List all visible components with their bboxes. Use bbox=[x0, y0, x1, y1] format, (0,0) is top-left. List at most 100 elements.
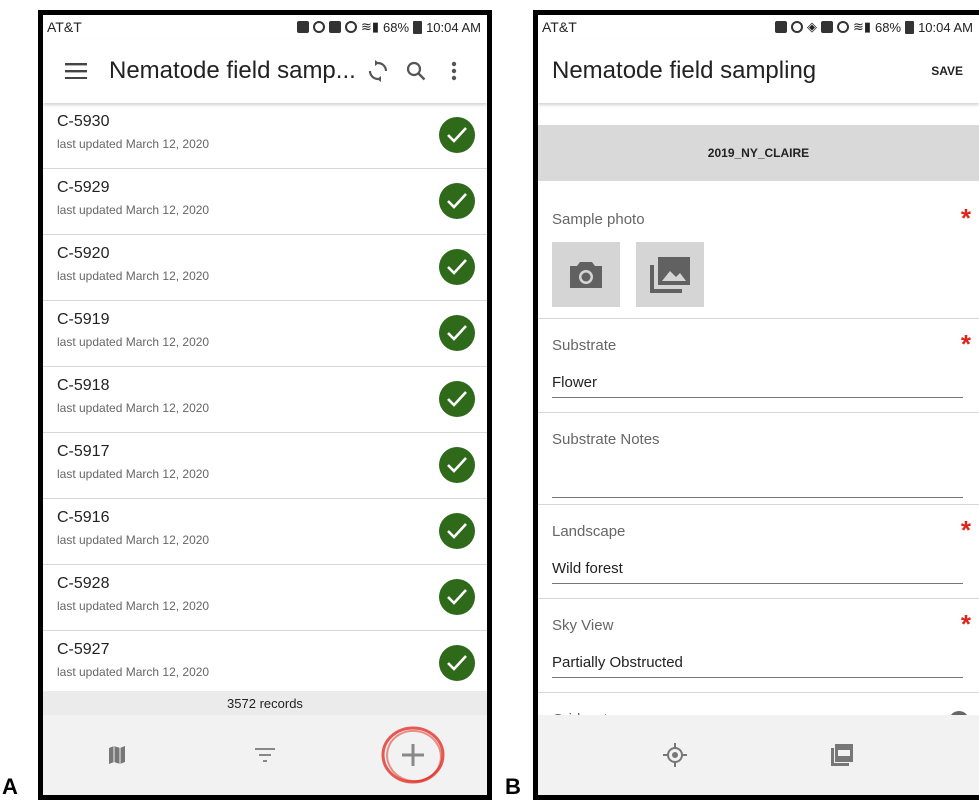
list-item[interactable]: C-5920 last updated March 12, 2020 bbox=[43, 235, 487, 301]
complete-check-icon bbox=[439, 447, 475, 483]
alarm-icon bbox=[344, 21, 357, 33]
required-marker: * bbox=[960, 329, 971, 359]
app-bar: Nematode field sampling SAVE bbox=[538, 39, 979, 103]
status-icons: ◈ ≋▮ 68% 10:04 AM bbox=[774, 19, 973, 35]
pdf-button[interactable] bbox=[812, 725, 872, 785]
field-label: Sample photo bbox=[552, 211, 645, 228]
record-id: C-5918 bbox=[57, 377, 110, 394]
status-bar: AT&T ◈ ≋▮ 68% 10:04 AM bbox=[538, 15, 979, 39]
field-substrate: Substrate * Flower bbox=[538, 319, 979, 413]
record-updated: last updated March 12, 2020 bbox=[57, 269, 210, 283]
sample-form: Sample photo * Substrate * Flower Substr… bbox=[538, 193, 979, 715]
camera-icon bbox=[570, 261, 602, 288]
complete-check-icon bbox=[439, 579, 475, 615]
record-id: C-5929 bbox=[57, 179, 110, 196]
add-record-button[interactable] bbox=[381, 725, 445, 785]
required-marker: * bbox=[960, 609, 971, 639]
panel-label-b: B bbox=[505, 774, 521, 799]
add-icon bbox=[402, 744, 424, 766]
record-list: C-5930 last updated March 12, 2020 C-5929 l… bbox=[43, 103, 487, 691]
location-status-icon: ◈ bbox=[806, 19, 817, 34]
list-screen: AT&T ≋▮ 68% 10:04 AM Nematode field samp… bbox=[38, 10, 492, 800]
field-label: Sky View bbox=[552, 617, 614, 634]
pdf-icon bbox=[831, 744, 853, 766]
filter-button[interactable] bbox=[235, 725, 295, 785]
list-item[interactable]: C-5930 last updated March 12, 2020 bbox=[43, 103, 487, 169]
overflow-menu-icon[interactable] bbox=[435, 52, 473, 90]
record-id: C-5920 bbox=[57, 245, 110, 262]
record-id: C-5917 bbox=[57, 443, 110, 460]
record-updated: last updated March 12, 2020 bbox=[57, 665, 210, 679]
list-item[interactable]: C-5928 last updated March 12, 2020 bbox=[43, 565, 487, 631]
required-marker: * bbox=[960, 515, 971, 545]
form-screen: AT&T ◈ ≋▮ 68% 10:04 AM Nematode field sa… bbox=[533, 10, 979, 800]
battery-icon bbox=[905, 20, 915, 34]
carrier-label: AT&T bbox=[47, 19, 82, 35]
notification-icon bbox=[296, 21, 309, 33]
list-item[interactable]: C-5917 last updated March 12, 2020 bbox=[43, 433, 487, 499]
sync-status-icon bbox=[790, 21, 803, 33]
app-bar: Nematode field samp... bbox=[43, 39, 487, 103]
bottom-nav bbox=[538, 715, 979, 795]
required-marker: * bbox=[960, 203, 971, 233]
gallery-icon bbox=[650, 256, 690, 293]
list-item[interactable]: C-5916 last updated March 12, 2020 bbox=[43, 499, 487, 565]
panel-label-a: A bbox=[2, 774, 18, 799]
field-sample-photo: Sample photo * bbox=[538, 193, 979, 319]
list-item[interactable]: C-5927 last updated March 12, 2020 bbox=[43, 631, 487, 691]
project-name: 2019_NY_CLAIRE bbox=[707, 146, 810, 160]
wifi-signal-icon: ≋▮ bbox=[852, 19, 872, 34]
field-label: Substrate Notes bbox=[552, 431, 660, 448]
field-substrate-notes: Substrate Notes bbox=[538, 413, 979, 505]
wifi-signal-icon: ≋▮ bbox=[360, 19, 380, 34]
list-item[interactable]: C-5929 last updated March 12, 2020 bbox=[43, 169, 487, 235]
complete-check-icon bbox=[439, 645, 475, 681]
field-sky-view: Sky View * Partially Obstructed bbox=[538, 599, 979, 693]
landscape-input[interactable]: Wild forest bbox=[552, 560, 963, 584]
gallery-button[interactable] bbox=[636, 242, 704, 307]
complete-check-icon bbox=[439, 381, 475, 417]
complete-check-icon bbox=[439, 117, 475, 153]
record-updated: last updated March 12, 2020 bbox=[57, 599, 210, 613]
save-button[interactable]: SAVE bbox=[929, 60, 965, 82]
complete-check-icon bbox=[439, 249, 475, 285]
page-title: Nematode field sampling bbox=[552, 57, 817, 84]
sync-icon[interactable] bbox=[359, 52, 397, 90]
record-id: C-5930 bbox=[57, 113, 110, 130]
map-button[interactable] bbox=[87, 725, 147, 785]
record-updated: last updated March 12, 2020 bbox=[57, 533, 210, 547]
status-icons: ≋▮ 68% 10:04 AM bbox=[296, 19, 481, 35]
alarm-icon bbox=[836, 21, 849, 33]
complete-check-icon bbox=[439, 183, 475, 219]
search-icon[interactable] bbox=[397, 52, 435, 90]
substrate-input[interactable]: Flower bbox=[552, 374, 963, 398]
record-id: C-5927 bbox=[57, 641, 110, 658]
record-updated: last updated March 12, 2020 bbox=[57, 137, 210, 151]
record-updated: last updated March 12, 2020 bbox=[57, 335, 210, 349]
page-title: Nematode field samp... bbox=[109, 57, 356, 84]
field-label: Landscape bbox=[552, 523, 626, 540]
field-label: Gridsect bbox=[552, 693, 969, 715]
sync-status-icon bbox=[312, 21, 325, 33]
record-updated: last updated March 12, 2020 bbox=[57, 467, 210, 481]
notification-icon bbox=[774, 21, 787, 33]
record-id: C-5916 bbox=[57, 509, 110, 526]
sky-view-input[interactable]: Partially Obstructed bbox=[552, 654, 963, 678]
substrate-notes-input[interactable] bbox=[552, 476, 963, 498]
list-item[interactable]: C-5919 last updated March 12, 2020 bbox=[43, 301, 487, 367]
menu-icon[interactable] bbox=[57, 52, 95, 90]
camera-button[interactable] bbox=[552, 242, 620, 307]
map-icon bbox=[109, 746, 125, 764]
record-id: C-5919 bbox=[57, 311, 110, 328]
battery-percent: 68% bbox=[383, 19, 410, 35]
records-count: 3572 records bbox=[227, 695, 303, 711]
gps-button[interactable] bbox=[645, 725, 705, 785]
gps-locate-icon bbox=[663, 743, 687, 767]
mute-icon bbox=[820, 21, 833, 33]
carrier-label: AT&T bbox=[542, 19, 577, 35]
filter-icon bbox=[255, 748, 275, 762]
record-updated: last updated March 12, 2020 bbox=[57, 401, 210, 415]
list-item[interactable]: C-5918 last updated March 12, 2020 bbox=[43, 367, 487, 433]
status-bar: AT&T ≋▮ 68% 10:04 AM bbox=[43, 15, 487, 39]
records-count-bar: 3572 records bbox=[43, 691, 487, 715]
